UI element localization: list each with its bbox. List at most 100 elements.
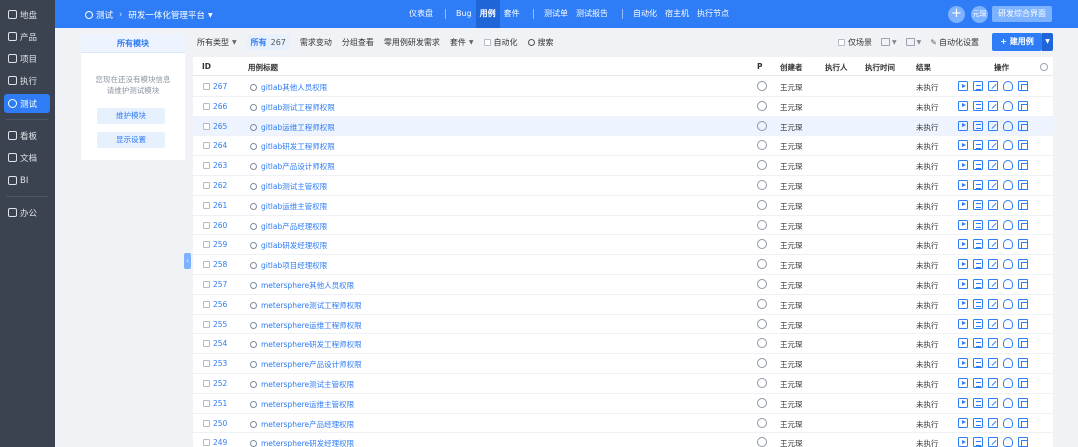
nav-case[interactable]: 用例 xyxy=(475,0,500,28)
case-title[interactable]: gitlab测试主管权限 xyxy=(250,181,327,192)
run-icon[interactable] xyxy=(958,318,968,329)
sidebar-item-doc[interactable]: 文档 xyxy=(4,148,50,167)
row-checkbox[interactable] xyxy=(203,439,210,447)
case-title[interactable]: metersphere产品设计师权限 xyxy=(250,359,362,370)
edit-icon[interactable] xyxy=(988,397,998,408)
copy-icon[interactable] xyxy=(1018,338,1028,349)
col-title[interactable]: 用例标题 xyxy=(248,62,278,73)
results-icon[interactable] xyxy=(973,358,983,369)
sidebar-item-test[interactable]: 测试 xyxy=(4,94,50,113)
run-icon[interactable] xyxy=(958,397,968,408)
automation-settings[interactable]: ✎ 自动化设置 xyxy=(930,37,979,48)
case-title[interactable]: gitlab研发经理权限 xyxy=(250,240,327,251)
results-icon[interactable] xyxy=(973,437,983,447)
row-checkbox[interactable] xyxy=(203,360,210,368)
table-row[interactable]: 249 metersphere研发经理权限 王元琛 未执行 xyxy=(193,433,1053,447)
edit-icon[interactable] xyxy=(988,437,998,447)
copy-icon[interactable] xyxy=(1018,81,1028,91)
row-checkbox[interactable] xyxy=(203,182,210,189)
search-button[interactable]: 搜索 xyxy=(527,37,554,48)
case-title[interactable]: gitlab产品设计师权限 xyxy=(250,161,335,172)
case-title[interactable]: gitlab项目经理权限 xyxy=(250,260,327,271)
results-icon[interactable] xyxy=(973,298,983,309)
table-row[interactable]: 265 gitlab运维工程师权限 王元琛 未执行 xyxy=(193,116,1053,137)
run-icon[interactable] xyxy=(958,437,968,447)
edit-icon[interactable] xyxy=(988,358,998,369)
row-checkbox[interactable] xyxy=(203,281,210,288)
results-icon[interactable] xyxy=(973,120,983,131)
case-id[interactable]: 253 xyxy=(213,359,227,368)
gear-icon[interactable] xyxy=(1040,63,1048,71)
type-filter[interactable]: 所有类型 ▼ xyxy=(197,37,237,48)
nav-testreport[interactable]: 测试报告 xyxy=(572,0,612,28)
copy-icon[interactable] xyxy=(1018,318,1028,329)
case-title[interactable]: metersphere产品经理权限 xyxy=(250,419,354,430)
table-row[interactable]: 261 gitlab运维主管权限 王元琛 未执行 xyxy=(193,196,1053,216)
bug-icon[interactable] xyxy=(1003,279,1013,289)
run-icon[interactable] xyxy=(958,120,968,131)
case-title[interactable]: gitlab运维主管权限 xyxy=(250,201,327,212)
table-row[interactable]: 262 gitlab测试主管权限 王元琛 未执行 xyxy=(193,176,1053,196)
sidebar-item-execution[interactable]: 执行 xyxy=(4,71,50,90)
run-icon[interactable] xyxy=(958,160,968,171)
results-icon[interactable] xyxy=(973,140,983,151)
edit-icon[interactable] xyxy=(988,279,998,289)
bug-icon[interactable] xyxy=(1003,358,1013,369)
copy-icon[interactable] xyxy=(1018,199,1028,210)
product-switcher[interactable]: 研发一体化管理平台 xyxy=(128,9,205,21)
bug-icon[interactable] xyxy=(1003,140,1013,151)
nav-testtask[interactable]: 测试单 xyxy=(540,0,572,28)
table-row[interactable]: 251 metersphere运维主管权限 王元琛 未执行 xyxy=(193,394,1053,414)
bug-icon[interactable] xyxy=(1003,318,1013,329)
row-checkbox[interactable] xyxy=(203,300,210,308)
copy-icon[interactable] xyxy=(1018,417,1028,428)
case-id[interactable]: 255 xyxy=(213,320,227,329)
run-icon[interactable] xyxy=(958,81,968,91)
sidebar-item-project[interactable]: 项目 xyxy=(4,49,50,68)
case-id[interactable]: 265 xyxy=(213,122,227,131)
tab-group-view[interactable]: 分组查看 xyxy=(342,37,374,48)
case-id[interactable]: 263 xyxy=(213,161,227,170)
case-id[interactable]: 267 xyxy=(213,82,227,91)
copy-icon[interactable] xyxy=(1018,378,1028,388)
case-id[interactable]: 251 xyxy=(213,399,227,408)
case-id[interactable]: 256 xyxy=(213,300,227,309)
results-icon[interactable] xyxy=(973,239,983,250)
suite-filter[interactable]: 套件 ▼ xyxy=(450,37,474,48)
row-checkbox[interactable] xyxy=(203,221,210,229)
run-icon[interactable] xyxy=(958,338,968,349)
checkbox[interactable] xyxy=(838,38,845,46)
run-icon[interactable] xyxy=(958,239,968,250)
copy-icon[interactable] xyxy=(1018,279,1028,289)
chevron-down-icon[interactable]: ▼ xyxy=(1042,33,1053,51)
bug-icon[interactable] xyxy=(1003,199,1013,210)
copy-icon[interactable] xyxy=(1018,397,1028,408)
copy-icon[interactable] xyxy=(1018,358,1028,369)
results-icon[interactable] xyxy=(973,160,983,171)
results-icon[interactable] xyxy=(973,397,983,408)
only-scene-checkbox[interactable]: 仅场景 xyxy=(838,37,872,48)
results-icon[interactable] xyxy=(973,199,983,210)
case-id[interactable]: 261 xyxy=(213,201,227,210)
edit-icon[interactable] xyxy=(988,259,998,270)
results-icon[interactable] xyxy=(973,318,983,329)
results-icon[interactable] xyxy=(973,81,983,91)
edit-icon[interactable] xyxy=(988,219,998,230)
table-row[interactable]: 252 metersphere测试主管权限 王元琛 未执行 xyxy=(193,374,1053,394)
table-row[interactable]: 256 metersphere测试工程师权限 王元琛 未执行 xyxy=(193,295,1053,315)
case-title[interactable]: metersphere研发工程师权限 xyxy=(250,339,362,350)
case-id[interactable]: 258 xyxy=(213,260,227,269)
case-title[interactable]: gitlab测试工程师权限 xyxy=(250,102,335,113)
run-icon[interactable] xyxy=(958,219,968,230)
bug-icon[interactable] xyxy=(1003,100,1013,111)
edit-icon[interactable] xyxy=(988,298,998,309)
tab-need-change[interactable]: 需求变动 xyxy=(300,37,332,48)
edit-icon[interactable] xyxy=(988,417,998,428)
bug-icon[interactable] xyxy=(1003,437,1013,447)
add-icon[interactable]: + xyxy=(948,6,965,23)
bug-icon[interactable] xyxy=(1003,259,1013,270)
sidebar-item-bi[interactable]: BI xyxy=(4,171,50,190)
row-checkbox[interactable] xyxy=(203,399,210,407)
case-title[interactable]: metersphere运维主管权限 xyxy=(250,399,354,410)
copy-icon[interactable] xyxy=(1018,180,1028,190)
